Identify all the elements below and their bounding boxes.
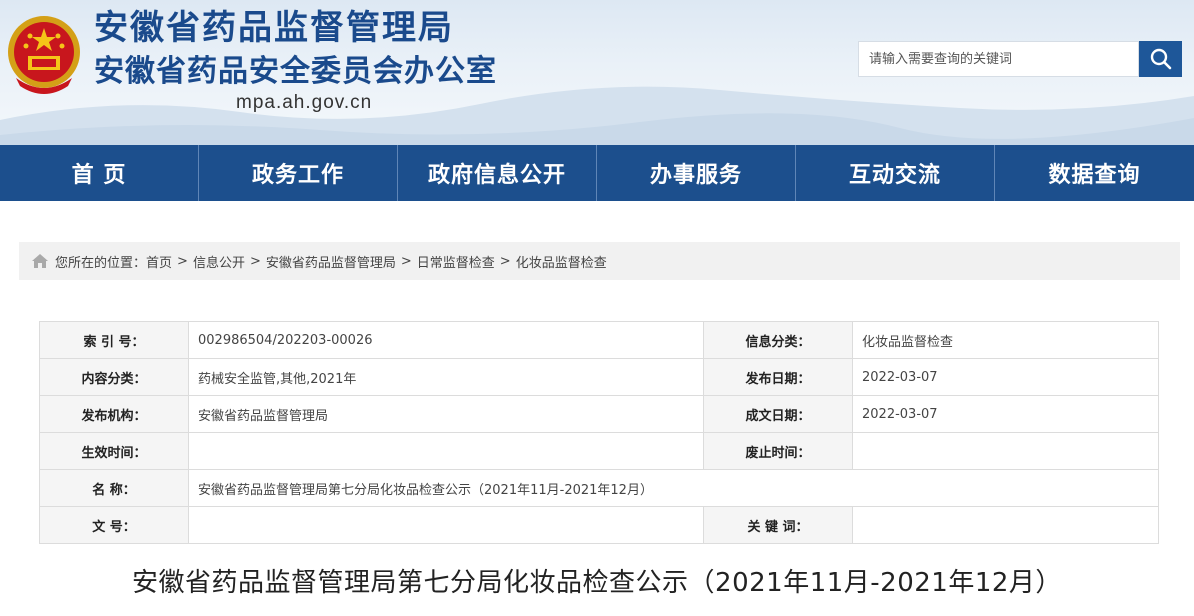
breadcrumb: 您所在的位置： 首页 > 信息公开 > 安徽省药品监督管理局 > 日常监督检查 … bbox=[19, 242, 1180, 280]
nav-item-government-work[interactable]: 政务工作 bbox=[199, 145, 398, 201]
nav-item-home[interactable]: 首 页 bbox=[0, 145, 199, 201]
publish-date-value: 2022-03-07 bbox=[852, 358, 1159, 396]
doc-number-value bbox=[188, 506, 704, 544]
index-label: 索 引 号： bbox=[39, 321, 189, 359]
breadcrumb-separator: > bbox=[177, 253, 188, 269]
article-title: 安徽省药品监督管理局第七分局化妆品检查公示（2021年11月-2021年12月） bbox=[132, 568, 1062, 598]
keywords-label: 关 键 词： bbox=[703, 506, 853, 544]
breadcrumb-separator: > bbox=[499, 253, 511, 269]
index-value: 002986504/202203-00026 bbox=[188, 321, 704, 359]
breadcrumb-item-cosmetics-inspection[interactable]: 化妆品监督检查 bbox=[516, 252, 607, 271]
table-row: 生效时间： 废止时间： bbox=[39, 432, 1159, 470]
content-type-label: 内容分类： bbox=[39, 358, 189, 396]
site-header: 安徽省药品监督管理局 安徽省药品安全委员会办公室 mpa.ah.gov.cn bbox=[0, 0, 1194, 145]
site-domain: mpa.ah.gov.cn bbox=[236, 92, 373, 113]
breadcrumb-prefix: 您所在的位置： bbox=[55, 255, 147, 271]
site-title-line2: 安徽省药品安全委员会办公室 bbox=[94, 54, 497, 89]
created-date-label: 成文日期： bbox=[703, 395, 853, 433]
search-input[interactable] bbox=[858, 41, 1139, 77]
nav-item-data-query[interactable]: 数据查询 bbox=[995, 145, 1194, 201]
search-box bbox=[858, 41, 1182, 77]
keywords-value bbox=[852, 506, 1159, 544]
expiry-label: 废止时间： bbox=[703, 432, 853, 470]
table-row: 索 引 号： 002986504/202203-00026 信息分类： 化妆品监… bbox=[39, 321, 1159, 359]
breadcrumb-separator: > bbox=[249, 253, 261, 269]
table-row: 文 号： 关 键 词： bbox=[39, 506, 1159, 544]
effective-label: 生效时间： bbox=[39, 432, 189, 470]
category-label: 信息分类： bbox=[703, 321, 853, 359]
nav-item-info-disclosure[interactable]: 政府信息公开 bbox=[398, 145, 597, 201]
search-icon bbox=[1150, 48, 1171, 70]
created-date-value: 2022-03-07 bbox=[852, 395, 1159, 433]
breadcrumb-item-bureau[interactable]: 安徽省药品监督管理局 bbox=[266, 252, 396, 271]
category-value: 化妆品监督检查 bbox=[852, 321, 1159, 359]
nav-item-services[interactable]: 办事服务 bbox=[597, 145, 796, 201]
breadcrumb-item-info-disclosure[interactable]: 信息公开 bbox=[193, 252, 245, 271]
table-row: 内容分类： 药械安全监管,其他,2021年 发布日期： 2022-03-07 bbox=[39, 358, 1159, 396]
table-row: 名 称： 安徽省药品监督管理局第七分局化妆品检查公示（2021年11月-2021… bbox=[39, 469, 1159, 507]
breadcrumb-item-home[interactable]: 首页 bbox=[146, 252, 172, 271]
publisher-value: 安徽省药品监督管理局 bbox=[188, 395, 704, 433]
name-label: 名 称： bbox=[39, 469, 189, 507]
name-value: 安徽省药品监督管理局第七分局化妆品检查公示（2021年11月-2021年12月） bbox=[188, 469, 1159, 507]
table-row: 发布机构： 安徽省药品监督管理局 成文日期： 2022-03-07 bbox=[39, 395, 1159, 433]
national-emblem-icon bbox=[8, 16, 80, 94]
site-title-line1: 安徽省药品监督管理局 bbox=[94, 8, 454, 48]
effective-value bbox=[188, 432, 704, 470]
expiry-value bbox=[852, 432, 1159, 470]
publisher-label: 发布机构： bbox=[39, 395, 189, 433]
main-nav: 首 页 政务工作 政府信息公开 办事服务 互动交流 数据查询 bbox=[0, 145, 1194, 201]
publish-date-label: 发布日期： bbox=[703, 358, 853, 396]
breadcrumb-item-daily-inspection[interactable]: 日常监督检查 bbox=[417, 252, 495, 271]
nav-item-interaction[interactable]: 互动交流 bbox=[796, 145, 995, 201]
breadcrumb-separator: > bbox=[400, 253, 412, 269]
document-info-table: 索 引 号： 002986504/202203-00026 信息分类： 化妆品监… bbox=[39, 321, 1159, 544]
search-button[interactable] bbox=[1139, 41, 1182, 77]
doc-number-label: 文 号： bbox=[39, 506, 189, 544]
content-type-value: 药械安全监管,其他,2021年 bbox=[188, 358, 704, 396]
site-name: 安徽省药品监督管理局 安徽省药品安全委员会办公室 bbox=[94, 4, 497, 92]
home-icon bbox=[31, 253, 49, 269]
